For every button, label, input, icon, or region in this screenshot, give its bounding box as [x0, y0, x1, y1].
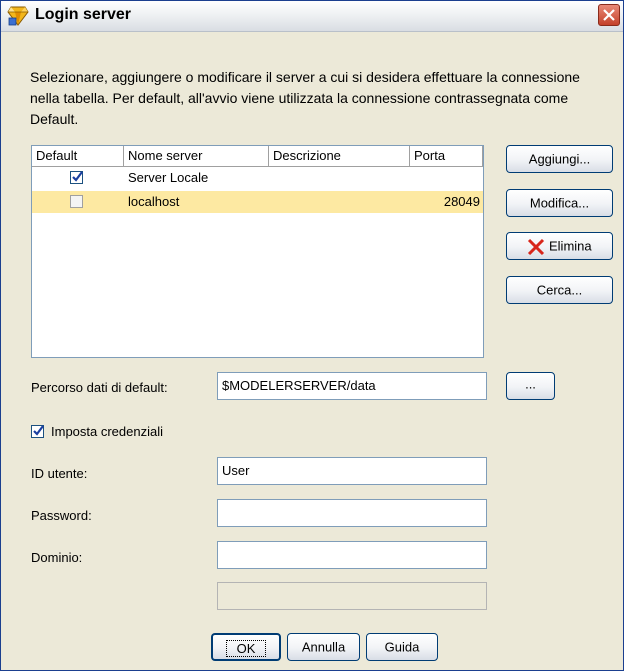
ok-button-label: OK — [225, 639, 267, 657]
edit-button-label: Modifica... — [529, 195, 590, 211]
edit-button[interactable]: Modifica... — [506, 189, 613, 217]
default-checkbox[interactable] — [70, 171, 83, 184]
table-row[interactable]: Server Locale — [32, 167, 483, 189]
password-label: Password: — [31, 508, 92, 523]
set-credentials-checkbox[interactable] — [31, 425, 44, 438]
server-name-cell: localhost — [128, 194, 180, 209]
search-button[interactable]: Cerca... — [506, 276, 613, 304]
add-button-label: Aggiungi... — [528, 151, 591, 167]
column-header-server-name[interactable]: Nome server — [124, 146, 269, 166]
red-x-icon — [527, 238, 545, 256]
title-bar[interactable]: Login server — [1, 1, 623, 32]
checkmark-icon — [72, 171, 83, 182]
column-header-port[interactable]: Porta — [410, 146, 483, 166]
cancel-button[interactable]: Annulla — [287, 633, 360, 661]
column-header-description[interactable]: Descrizione — [269, 146, 410, 166]
user-id-input[interactable]: User — [217, 457, 487, 485]
data-path-label: Percorso dati di default: — [31, 380, 168, 395]
set-credentials-label[interactable]: Imposta credenziali — [51, 424, 163, 439]
server-table[interactable]: Default Nome server Descrizione Porta Se… — [31, 145, 484, 358]
search-button-label: Cerca... — [536, 282, 583, 298]
diamond-icon — [7, 6, 29, 26]
table-row-selected[interactable]: localhost 28049 — [32, 191, 483, 213]
password-input[interactable] — [217, 499, 487, 527]
data-path-input[interactable]: $MODELERSERVER/data — [217, 372, 487, 400]
cancel-button-label: Annulla — [301, 639, 346, 655]
description-cell — [273, 167, 409, 189]
instructions-text: Selezionare, aggiungere o modificare il … — [30, 69, 580, 127]
table-header: Default Nome server Descrizione Porta — [32, 146, 483, 167]
help-button[interactable]: Guida — [366, 633, 438, 661]
browse-button[interactable]: ... — [506, 372, 555, 400]
column-header-default[interactable]: Default — [32, 146, 124, 166]
ok-button[interactable]: OK — [211, 633, 281, 661]
close-button[interactable] — [598, 4, 620, 26]
default-checkbox[interactable] — [70, 195, 83, 208]
disabled-field — [217, 582, 487, 610]
port-cell: 28049 — [443, 194, 480, 209]
port-cell — [410, 167, 478, 189]
description-cell — [273, 191, 409, 213]
add-button[interactable]: Aggiungi... — [506, 145, 613, 173]
close-icon — [603, 9, 615, 21]
browse-button-label: ... — [525, 376, 536, 392]
domain-label: Dominio: — [31, 550, 83, 565]
user-id-label: ID utente: — [31, 466, 88, 481]
delete-button-label: Elimina — [549, 238, 592, 254]
checkmark-icon — [33, 425, 44, 436]
help-button-label: Guida — [384, 639, 420, 655]
server-name-cell: Server Locale — [128, 170, 209, 185]
window-title: Login server — [35, 6, 132, 23]
delete-button[interactable]: Elimina — [506, 232, 613, 260]
domain-input[interactable] — [217, 541, 487, 569]
login-server-dialog: Login server Selezionare, aggiungere o m… — [0, 0, 624, 671]
